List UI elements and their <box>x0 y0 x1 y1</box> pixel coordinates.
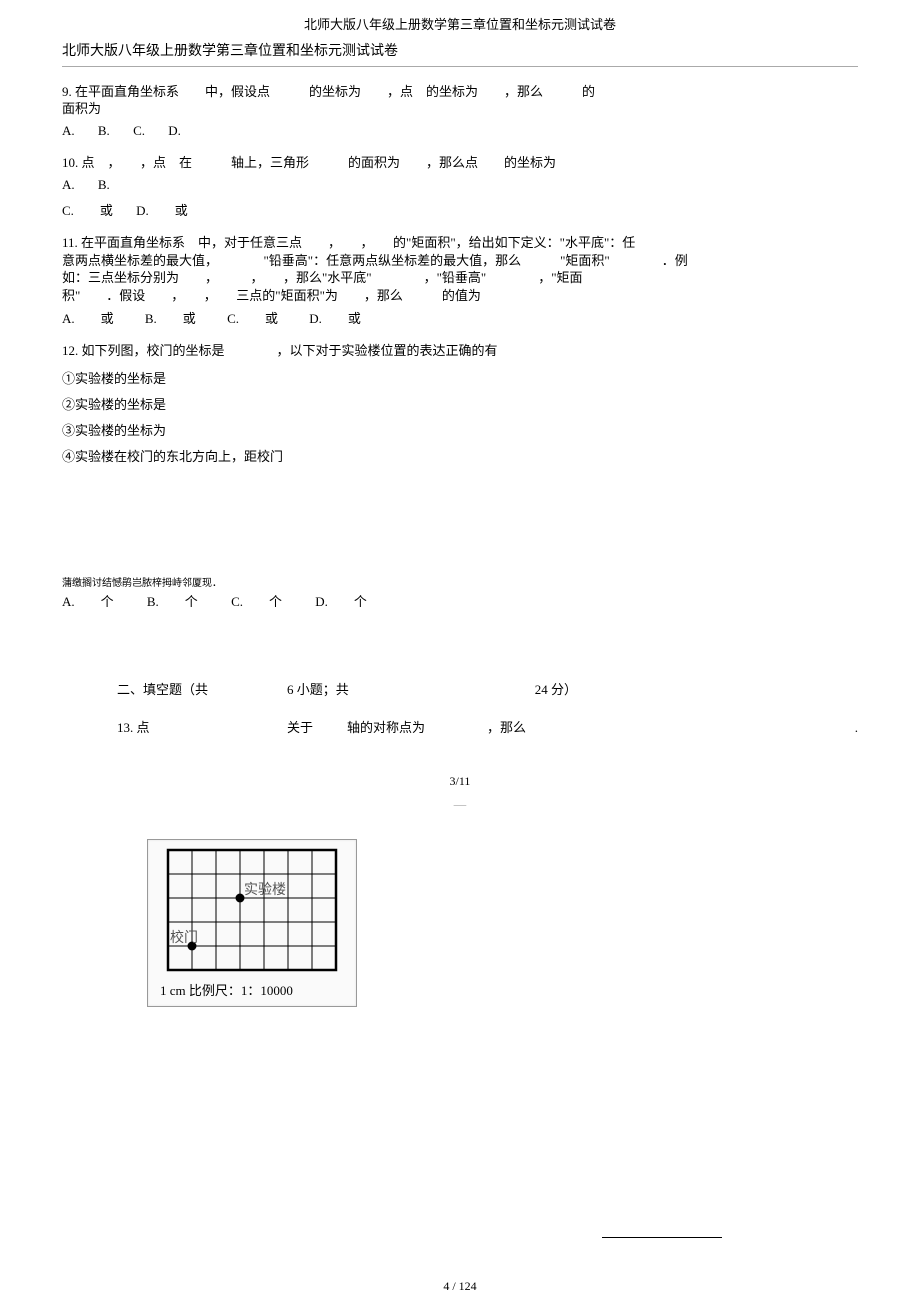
tiny-mark: ⸺ <box>62 800 858 811</box>
q10-opt-d: D. 或 <box>136 202 188 220</box>
question-10: 10. 点 ， ，点 在 轴上，三角形 的面积为 ，那么点 的坐标为 A. B.… <box>62 154 858 220</box>
q12-garbled: 蒲缴搁讨结憾鹃岂脓梓拇峙邻厦现． <box>62 577 858 591</box>
q10-options-cd: C. 或 D. 或 <box>62 202 858 220</box>
q9-line1: 9. 在平面直角坐标系 中，假设点 的坐标为 ，点 的坐标为 ，那么 的 <box>62 83 858 101</box>
sec2-title-c: 24 分） <box>397 681 577 699</box>
q10-options-ab: A. B. <box>62 176 858 194</box>
section-2: 二、填空题（共 6 小题；共 24 分） 13. 点 关于 轴的对称点为 ，那么… <box>117 681 858 737</box>
q12-options: A. 个 B. 个 C. 个 D. 个 <box>62 593 858 611</box>
q11-opt-b: B. 或 <box>145 310 196 328</box>
q12-opt-d: D. 个 <box>315 593 367 611</box>
q9-opt-c: C. <box>133 122 145 140</box>
sec2-title-a: 二、填空题（共 <box>117 681 287 699</box>
q13-e: . <box>567 719 858 737</box>
q12-opt-a: A. 个 <box>62 593 114 611</box>
label-school-gate: 校门 <box>170 929 198 946</box>
q11-opt-a: A. 或 <box>62 310 114 328</box>
q9-opt-d: D. <box>168 122 181 140</box>
divider <box>62 66 858 67</box>
question-13: 13. 点 关于 轴的对称点为 ，那么 . <box>117 719 858 737</box>
q10-opt-a: A. <box>62 176 75 194</box>
q12-s3: ③实验楼的坐标为 <box>62 422 858 440</box>
q11-l3: 如：三点坐标分别为 ， ， ，那么"水平底" ，"铅垂高" ，"矩面 <box>62 269 858 287</box>
q12-head: 12. 如下列图，校门的坐标是 ，以下对于实验楼位置的表达正确的有 <box>62 342 858 360</box>
footer-line <box>602 1237 722 1238</box>
section-2-title: 二、填空题（共 6 小题；共 24 分） <box>117 681 858 699</box>
label-lab-building: 实验楼 <box>244 882 286 898</box>
q11-options: A. 或 B. 或 C. 或 D. 或 <box>62 310 858 328</box>
doc-subtitle: 北师大版八年级上册数学第三章位置和坐标元测试试卷 <box>62 42 858 62</box>
q12-opt-b: B. 个 <box>147 593 198 611</box>
figure-caption: 1 cm 比例尺：1：10000 <box>154 982 350 1000</box>
q9-opt-b: B. <box>98 122 110 140</box>
q10-opt-c: C. 或 <box>62 202 113 220</box>
question-9: 9. 在平面直角坐标系 中，假设点 的坐标为 ，点 的坐标为 ，那么 的 面积为… <box>62 83 858 140</box>
q13-d: ，那么 <box>487 719 567 737</box>
q10-line1: 10. 点 ， ，点 在 轴上，三角形 的面积为 ，那么点 的坐标为 <box>62 154 858 172</box>
q11-opt-c: C. 或 <box>227 310 278 328</box>
q11-opt-d: D. 或 <box>309 310 361 328</box>
q11-l1: 11. 在平面直角坐标系 中，对于任意三点 ， ， 的"矩面积"，给出如下定义：… <box>62 234 858 252</box>
content: 北师大版八年级上册数学第三章位置和坐标元测试试卷 9. 在平面直角坐标系 中，假… <box>0 42 920 1238</box>
page-header: 北师大版八年级上册数学第三章位置和坐标元测试试卷 <box>0 0 920 42</box>
question-12: 12. 如下列图，校门的坐标是 ，以下对于实验楼位置的表达正确的有 ①实验楼的坐… <box>62 342 858 610</box>
q12-s1: ①实验楼的坐标是 <box>62 370 858 388</box>
sec2-title-b: 6 小题；共 <box>287 681 397 699</box>
page-number: 4 / 124 <box>0 1278 920 1305</box>
q9-opt-a: A. <box>62 122 75 140</box>
q10-opt-b: B. <box>98 176 110 194</box>
q12-s2: ②实验楼的坐标是 <box>62 396 858 414</box>
q11-l2: 意两点横坐标差的最大值， "铅垂高"：任意两点纵坐标差的最大值，那么 "矩面积"… <box>62 252 858 270</box>
q9-options: A. B. C. D. <box>62 122 858 140</box>
q12-opt-c: C. 个 <box>231 593 282 611</box>
inner-pager: 3/11 <box>62 773 858 790</box>
question-11: 11. 在平面直角坐标系 中，对于任意三点 ， ， 的"矩面积"，给出如下定义：… <box>62 234 858 328</box>
q13-a: 13. 点 <box>117 719 287 737</box>
grid-svg: 实验楼 校门 <box>166 848 338 976</box>
q9-line2: 面积为 <box>62 100 858 118</box>
q13-c: 轴的对称点为 <box>347 719 487 737</box>
q13-b: 关于 <box>287 719 347 737</box>
q11-l4: 积" ．假设 ， ， 三点的"矩面积"为 ，那么 的值为 <box>62 287 858 305</box>
q12-s4: ④实验楼在校门的东北方向上，距校门 <box>62 448 858 466</box>
figure-map: 实验楼 校门 1 cm 比例尺：1：10000 <box>147 839 357 1007</box>
